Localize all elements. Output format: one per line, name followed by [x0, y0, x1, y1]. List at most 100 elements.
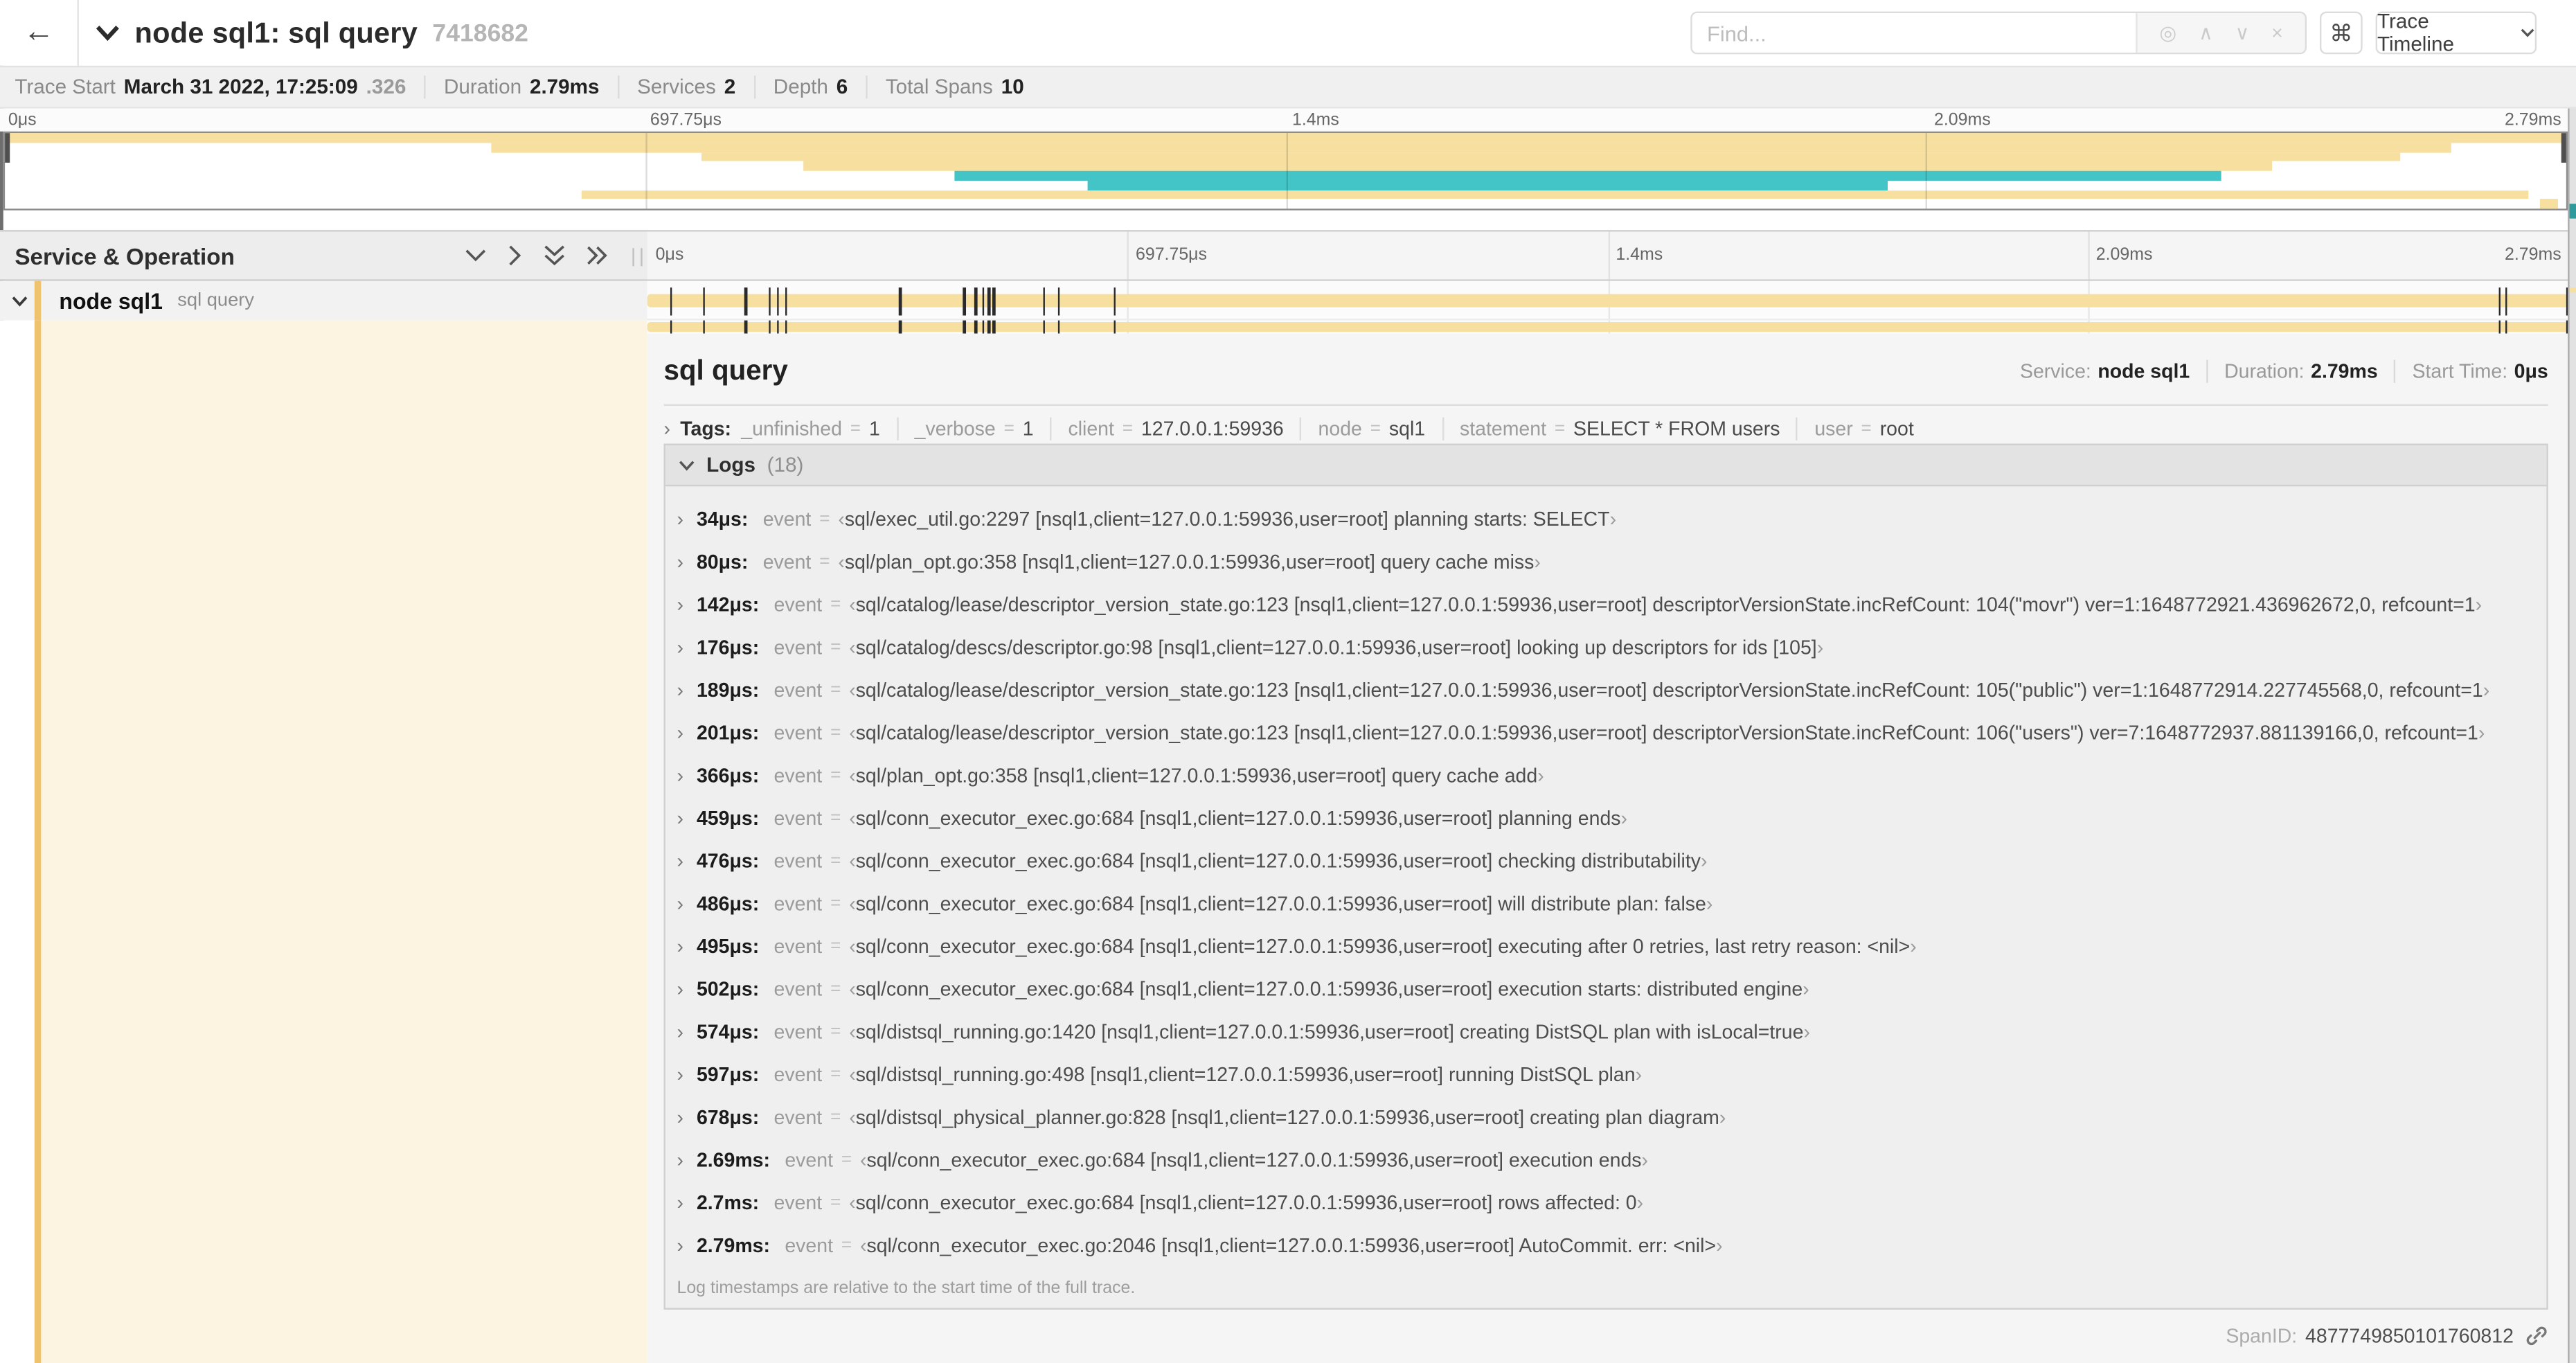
detail-span-bar-strip[interactable]: [647, 320, 2568, 334]
chevron-right-icon[interactable]: ›: [677, 1234, 696, 1257]
log-entry[interactable]: › 476μs: event = ‹ sql/conn_executor_exec.go:…: [665, 839, 2547, 882]
chevron-right-icon[interactable]: ›: [677, 1020, 696, 1043]
logs-count: (18): [767, 453, 804, 477]
log-marker-tick: [899, 320, 902, 334]
expand-one-icon[interactable]: [508, 245, 522, 267]
column-resize-grip[interactable]: [632, 248, 643, 267]
tag-item[interactable]: _unfinished = 1: [741, 418, 896, 440]
log-entry[interactable]: › 459μs: event = ‹ sql/conn_executor_exec.go:…: [665, 797, 2547, 840]
log-entry[interactable]: › 2.69ms: event = ‹ sql/conn_executor_exec.go…: [665, 1139, 2547, 1182]
log-entry[interactable]: › 366μs: event = ‹ sql/plan_opt.go:358 [nsql1…: [665, 754, 2547, 797]
chevron-right-icon[interactable]: ›: [677, 1063, 696, 1086]
find-input[interactable]: [1692, 12, 2136, 53]
top-header: ← node sql1: sql query 7418682 ◎ ∧ ∨ × ⌘: [0, 0, 2576, 66]
log-event-key: event: [762, 508, 812, 531]
log-marker-tick: [777, 287, 780, 315]
span-duration-bar: [647, 293, 2568, 308]
log-timestamp: 366μs:: [696, 764, 760, 787]
chevron-right-icon[interactable]: ›: [677, 593, 696, 616]
chevron-right-icon[interactable]: ›: [677, 679, 696, 702]
chevron-right-icon[interactable]: ›: [663, 418, 670, 440]
close-quote: ›: [1803, 1020, 1810, 1044]
find-box: ◎ ∧ ∨ ×: [1690, 11, 2307, 55]
detail-row-left-column[interactable]: [0, 320, 647, 1363]
chevron-right-icon[interactable]: ›: [677, 892, 696, 915]
tag-value: 1: [1022, 417, 1034, 440]
tags-row[interactable]: › Tags: _unfinished = 1 _verbose = 1 client = 12…: [663, 412, 2548, 445]
log-event-key: event: [773, 977, 823, 1001]
log-entry[interactable]: › 201μs: event = ‹ sql/catalog/lease/descript…: [665, 711, 2547, 754]
log-entry[interactable]: › 597μs: event = ‹ sql/distsql_running.go:498…: [665, 1053, 2547, 1096]
chevron-right-icon[interactable]: ›: [677, 764, 696, 787]
logs-header[interactable]: Logs (18): [665, 445, 2547, 487]
chevron-right-icon[interactable]: ›: [677, 636, 696, 659]
detail-info-item: Start Time: 0μs: [2394, 359, 2548, 383]
view-selector-button[interactable]: Trace Timeline: [2375, 10, 2537, 56]
chevron-right-icon[interactable]: ›: [677, 850, 696, 873]
equals-sign: =: [830, 765, 841, 786]
chevron-right-icon[interactable]: ›: [677, 935, 696, 958]
log-marker-tick: [702, 287, 705, 315]
tag-item[interactable]: node = sql1: [1300, 417, 1441, 440]
tag-item[interactable]: client = 127.0.0.1:59936: [1050, 417, 1300, 440]
log-entry[interactable]: › 80μs: event = ‹ sql/plan_opt.go:358 [nsql1,…: [665, 541, 2547, 584]
log-entry[interactable]: › 189μs: event = ‹ sql/catalog/lease/descript…: [665, 669, 2547, 712]
page-scrollbar[interactable]: [2568, 108, 2576, 1363]
chevron-down-icon[interactable]: [12, 295, 28, 307]
log-entry[interactable]: › 486μs: event = ‹ sql/conn_executor_exec.go:…: [665, 882, 2547, 925]
back-button[interactable]: ←: [0, 0, 79, 66]
trace-stat-label: Total Spans: [885, 75, 993, 99]
log-event-key: event: [773, 593, 823, 616]
equals-sign: =: [830, 1193, 841, 1213]
chevron-right-icon[interactable]: ›: [677, 722, 696, 745]
minimap-left-handle[interactable]: [5, 133, 10, 163]
tag-item[interactable]: _verbose = 1: [896, 417, 1050, 440]
clear-search-icon[interactable]: ×: [2271, 21, 2283, 44]
minimap-canvas[interactable]: [5, 133, 2566, 209]
chevron-right-icon[interactable]: ›: [677, 1106, 696, 1129]
log-entry[interactable]: › 2.79ms: event = ‹ sql/conn_executor_exec.go…: [665, 1224, 2547, 1267]
close-quote: ›: [1910, 934, 1917, 959]
span-row[interactable]: node sql1 sql query: [0, 280, 2576, 321]
link-icon[interactable]: [2525, 1324, 2548, 1347]
keyboard-shortcuts-button[interactable]: ⌘: [2319, 11, 2363, 55]
chevron-right-icon[interactable]: ›: [677, 978, 696, 1001]
trace-stat: Services 2: [617, 75, 754, 99]
tag-item[interactable]: statement = SELECT * FROM users: [1441, 417, 1796, 440]
span-row-label[interactable]: node sql1 sql query: [0, 280, 647, 321]
collapse-one-icon[interactable]: [465, 248, 486, 262]
prev-match-icon[interactable]: ∧: [2199, 21, 2213, 44]
log-entry[interactable]: › 678μs: event = ‹ sql/distsql_physical_plann…: [665, 1096, 2547, 1139]
ruler-tick-label: 697.75μs: [1135, 244, 1208, 265]
log-entry[interactable]: › 574μs: event = ‹ sql/distsql_running.go:142…: [665, 1010, 2547, 1053]
log-event-key: event: [773, 806, 823, 830]
chevron-down-icon[interactable]: [96, 25, 120, 42]
span-bar-row[interactable]: [647, 280, 2568, 321]
collapse-all-icon[interactable]: [544, 245, 565, 267]
close-quote: ›: [1716, 1233, 1723, 1257]
log-entry[interactable]: › 495μs: event = ‹ sql/conn_executor_exec.go:…: [665, 925, 2547, 968]
chevron-right-icon[interactable]: ›: [677, 551, 696, 573]
log-marker-tick: [1113, 320, 1116, 334]
equals-sign: =: [830, 637, 841, 657]
timeline-minimap[interactable]: [3, 131, 2568, 211]
log-entry[interactable]: › 176μs: event = ‹ sql/catalog/descs/descript…: [665, 626, 2547, 669]
close-quote: ›: [1803, 977, 1809, 1001]
chevron-right-icon[interactable]: ›: [677, 807, 696, 830]
locate-icon[interactable]: ◎: [2159, 21, 2176, 44]
tag-item[interactable]: user = root: [1796, 417, 1930, 440]
minimap-right-handle[interactable]: [2561, 133, 2566, 163]
equals-sign: =: [830, 680, 841, 700]
log-marker-tick: [981, 320, 984, 334]
chevron-right-icon[interactable]: ›: [677, 1191, 696, 1214]
chevron-right-icon[interactable]: ›: [677, 508, 696, 531]
next-match-icon[interactable]: ∨: [2235, 21, 2250, 44]
log-entry[interactable]: › 502μs: event = ‹ sql/conn_executor_exec.go:…: [665, 968, 2547, 1010]
log-entry[interactable]: › 34μs: event = ‹ sql/exec_util.go:2297 [nsql…: [665, 498, 2547, 541]
chevron-right-icon[interactable]: ›: [677, 1148, 696, 1171]
log-entry[interactable]: › 142μs: event = ‹ sql/catalog/lease/descript…: [665, 583, 2547, 626]
tags-items: _unfinished = 1 _verbose = 1 client = 127.0.0.1:…: [741, 417, 1930, 440]
open-quote: ‹: [838, 508, 845, 531]
expand-all-icon[interactable]: [587, 245, 608, 267]
log-entry[interactable]: › 2.7ms: event = ‹ sql/conn_executor_exec.go:…: [665, 1182, 2547, 1224]
